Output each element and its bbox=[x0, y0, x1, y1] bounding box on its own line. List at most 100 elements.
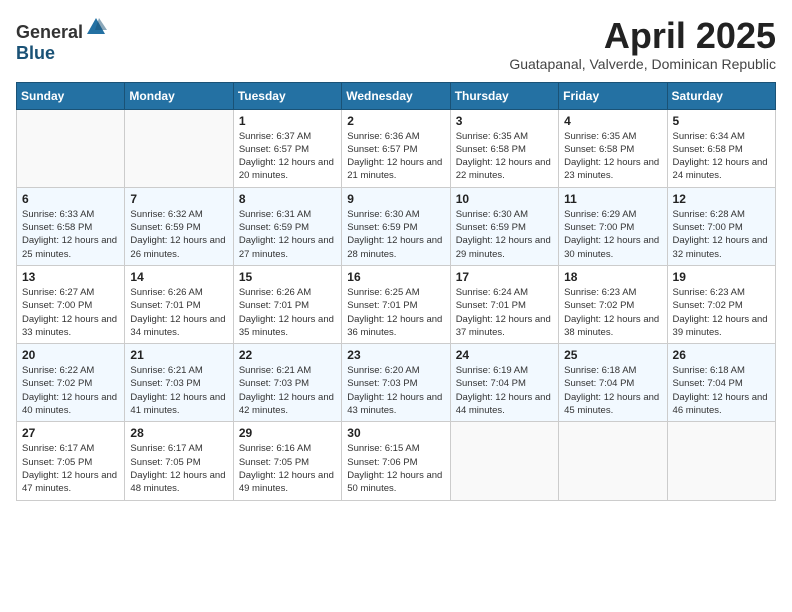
day-number: 5 bbox=[673, 114, 770, 128]
day-info: Sunrise: 6:35 AMSunset: 6:58 PMDaylight:… bbox=[564, 130, 661, 183]
day-info: Sunrise: 6:24 AMSunset: 7:01 PMDaylight:… bbox=[456, 286, 553, 339]
calendar-day-cell: 4 Sunrise: 6:35 AMSunset: 6:58 PMDaylight… bbox=[559, 109, 667, 187]
day-number: 3 bbox=[456, 114, 553, 128]
day-info: Sunrise: 6:37 AMSunset: 6:57 PMDaylight:… bbox=[239, 130, 336, 183]
calendar-day-cell: 8Sunrise: 6:31 AMSunset: 6:59 PMDaylight… bbox=[233, 187, 341, 265]
day-info: Sunrise: 6:16 AMSunset: 7:05 PMDaylight:… bbox=[239, 442, 336, 495]
calendar-day-cell: 13Sunrise: 6:27 AMSunset: 7:00 PMDayligh… bbox=[17, 265, 125, 343]
day-info: Sunrise: 6:17 AMSunset: 7:05 PMDaylight:… bbox=[22, 442, 119, 495]
logo-general: General bbox=[16, 22, 83, 42]
day-number: 13 bbox=[22, 270, 119, 284]
day-number: 26 bbox=[673, 348, 770, 362]
day-number: 20 bbox=[22, 348, 119, 362]
calendar-day-cell bbox=[559, 422, 667, 500]
day-number: 23 bbox=[347, 348, 444, 362]
day-info: Sunrise: 6:29 AMSunset: 7:00 PMDaylight:… bbox=[564, 208, 661, 261]
calendar-day-cell: 3Sunrise: 6:35 AMSunset: 6:58 PMDaylight… bbox=[450, 109, 558, 187]
calendar-day-cell: 21 Sunrise: 6:21 AMSunset: 7:03 PMDayligh… bbox=[125, 344, 233, 422]
day-info: Sunrise: 6:18 AMSunset: 7:04 PMDaylight:… bbox=[673, 364, 770, 417]
day-number: 11 bbox=[564, 192, 661, 206]
day-info: Sunrise: 6:19 AMSunset: 7:04 PMDaylight:… bbox=[456, 364, 553, 417]
day-number: 1 bbox=[239, 114, 336, 128]
day-info: Sunrise: 6:23 AMSunset: 7:02 PMDaylight:… bbox=[564, 286, 661, 339]
calendar-day-cell: 12 Sunrise: 6:28 AMSunset: 7:00 PMDayligh… bbox=[667, 187, 775, 265]
calendar-day-cell: 18 Sunrise: 6:23 AMSunset: 7:02 PMDayligh… bbox=[559, 265, 667, 343]
day-number: 16 bbox=[347, 270, 444, 284]
calendar-week-row: 6Sunrise: 6:33 AMSunset: 6:58 PMDaylight… bbox=[17, 187, 776, 265]
day-info: Sunrise: 6:34 AMSunset: 6:58 PMDaylight:… bbox=[673, 130, 770, 183]
day-number: 24 bbox=[456, 348, 553, 362]
day-info: Sunrise: 6:17 AMSunset: 7:05 PMDaylight:… bbox=[130, 442, 227, 495]
month-title: April 2025 bbox=[509, 16, 776, 56]
calendar-day-cell: 27 Sunrise: 6:17 AMSunset: 7:05 PMDayligh… bbox=[17, 422, 125, 500]
day-number: 7 bbox=[130, 192, 227, 206]
calendar-week-row: 13Sunrise: 6:27 AMSunset: 7:00 PMDayligh… bbox=[17, 265, 776, 343]
calendar-day-cell: 11 Sunrise: 6:29 AMSunset: 7:00 PMDayligh… bbox=[559, 187, 667, 265]
calendar-day-cell: 25 Sunrise: 6:18 AMSunset: 7:04 PMDayligh… bbox=[559, 344, 667, 422]
calendar-day-cell: 24 Sunrise: 6:19 AMSunset: 7:04 PMDayligh… bbox=[450, 344, 558, 422]
calendar-day-cell: 9Sunrise: 6:30 AMSunset: 6:59 PMDaylight… bbox=[342, 187, 450, 265]
weekday-header: Tuesday bbox=[233, 82, 341, 109]
calendar-day-cell: 30 Sunrise: 6:15 AMSunset: 7:06 PMDayligh… bbox=[342, 422, 450, 500]
day-info: Sunrise: 6:15 AMSunset: 7:06 PMDaylight:… bbox=[347, 442, 444, 495]
weekday-header: Sunday bbox=[17, 82, 125, 109]
day-info: Sunrise: 6:33 AMSunset: 6:58 PMDaylight:… bbox=[22, 208, 119, 261]
day-info: Sunrise: 6:21 AMSunset: 7:03 PMDaylight:… bbox=[130, 364, 227, 417]
day-info: Sunrise: 6:28 AMSunset: 7:00 PMDaylight:… bbox=[673, 208, 770, 261]
calendar-day-cell: 26 Sunrise: 6:18 AMSunset: 7:04 PMDayligh… bbox=[667, 344, 775, 422]
calendar-day-cell bbox=[17, 109, 125, 187]
logo: General Blue bbox=[16, 16, 107, 64]
title-block: April 2025 Guatapanal, Valverde, Dominic… bbox=[509, 16, 776, 72]
day-number: 12 bbox=[673, 192, 770, 206]
calendar-week-row: 1 Sunrise: 6:37 AMSunset: 6:57 PMDaylight… bbox=[17, 109, 776, 187]
day-number: 2 bbox=[347, 114, 444, 128]
weekday-header: Monday bbox=[125, 82, 233, 109]
day-number: 28 bbox=[130, 426, 227, 440]
location-subtitle: Guatapanal, Valverde, Dominican Republic bbox=[509, 56, 776, 72]
day-info: Sunrise: 6:21 AMSunset: 7:03 PMDaylight:… bbox=[239, 364, 336, 417]
calendar-day-cell: 20 Sunrise: 6:22 AMSunset: 7:02 PMDayligh… bbox=[17, 344, 125, 422]
calendar-day-cell: 15Sunrise: 6:26 AMSunset: 7:01 PMDayligh… bbox=[233, 265, 341, 343]
calendar-day-cell: 1 Sunrise: 6:37 AMSunset: 6:57 PMDaylight… bbox=[233, 109, 341, 187]
day-info: Sunrise: 6:23 AMSunset: 7:02 PMDaylight:… bbox=[673, 286, 770, 339]
calendar-week-row: 20 Sunrise: 6:22 AMSunset: 7:02 PMDayligh… bbox=[17, 344, 776, 422]
day-number: 30 bbox=[347, 426, 444, 440]
calendar-day-cell: 6Sunrise: 6:33 AMSunset: 6:58 PMDaylight… bbox=[17, 187, 125, 265]
day-number: 29 bbox=[239, 426, 336, 440]
logo-blue: Blue bbox=[16, 43, 55, 63]
calendar-day-cell: 7 Sunrise: 6:32 AMSunset: 6:59 PMDaylight… bbox=[125, 187, 233, 265]
calendar-day-cell: 28 Sunrise: 6:17 AMSunset: 7:05 PMDayligh… bbox=[125, 422, 233, 500]
day-number: 4 bbox=[564, 114, 661, 128]
day-info: Sunrise: 6:20 AMSunset: 7:03 PMDaylight:… bbox=[347, 364, 444, 417]
calendar-day-cell: 23 Sunrise: 6:20 AMSunset: 7:03 PMDayligh… bbox=[342, 344, 450, 422]
day-number: 8 bbox=[239, 192, 336, 206]
calendar-day-cell: 16Sunrise: 6:25 AMSunset: 7:01 PMDayligh… bbox=[342, 265, 450, 343]
day-info: Sunrise: 6:18 AMSunset: 7:04 PMDaylight:… bbox=[564, 364, 661, 417]
day-number: 10 bbox=[456, 192, 553, 206]
day-info: Sunrise: 6:30 AMSunset: 6:59 PMDaylight:… bbox=[347, 208, 444, 261]
day-info: Sunrise: 6:30 AMSunset: 6:59 PMDaylight:… bbox=[456, 208, 553, 261]
calendar-table: SundayMondayTuesdayWednesdayThursdayFrid… bbox=[16, 82, 776, 501]
day-info: Sunrise: 6:32 AMSunset: 6:59 PMDaylight:… bbox=[130, 208, 227, 261]
calendar-day-cell bbox=[667, 422, 775, 500]
logo-icon bbox=[85, 16, 107, 38]
calendar-day-cell: 2Sunrise: 6:36 AMSunset: 6:57 PMDaylight… bbox=[342, 109, 450, 187]
day-number: 17 bbox=[456, 270, 553, 284]
day-number: 14 bbox=[130, 270, 227, 284]
day-number: 27 bbox=[22, 426, 119, 440]
calendar-day-cell: 17 Sunrise: 6:24 AMSunset: 7:01 PMDayligh… bbox=[450, 265, 558, 343]
calendar-day-cell bbox=[125, 109, 233, 187]
calendar-day-cell: 10 Sunrise: 6:30 AMSunset: 6:59 PMDayligh… bbox=[450, 187, 558, 265]
day-info: Sunrise: 6:22 AMSunset: 7:02 PMDaylight:… bbox=[22, 364, 119, 417]
day-number: 18 bbox=[564, 270, 661, 284]
weekday-header-row: SundayMondayTuesdayWednesdayThursdayFrid… bbox=[17, 82, 776, 109]
day-number: 25 bbox=[564, 348, 661, 362]
weekday-header: Saturday bbox=[667, 82, 775, 109]
page-header: General Blue April 2025 Guatapanal, Valv… bbox=[16, 16, 776, 72]
calendar-day-cell: 22Sunrise: 6:21 AMSunset: 7:03 PMDayligh… bbox=[233, 344, 341, 422]
calendar-day-cell: 19Sunrise: 6:23 AMSunset: 7:02 PMDayligh… bbox=[667, 265, 775, 343]
day-number: 21 bbox=[130, 348, 227, 362]
calendar-day-cell: 5 Sunrise: 6:34 AMSunset: 6:58 PMDaylight… bbox=[667, 109, 775, 187]
weekday-header: Thursday bbox=[450, 82, 558, 109]
day-number: 15 bbox=[239, 270, 336, 284]
